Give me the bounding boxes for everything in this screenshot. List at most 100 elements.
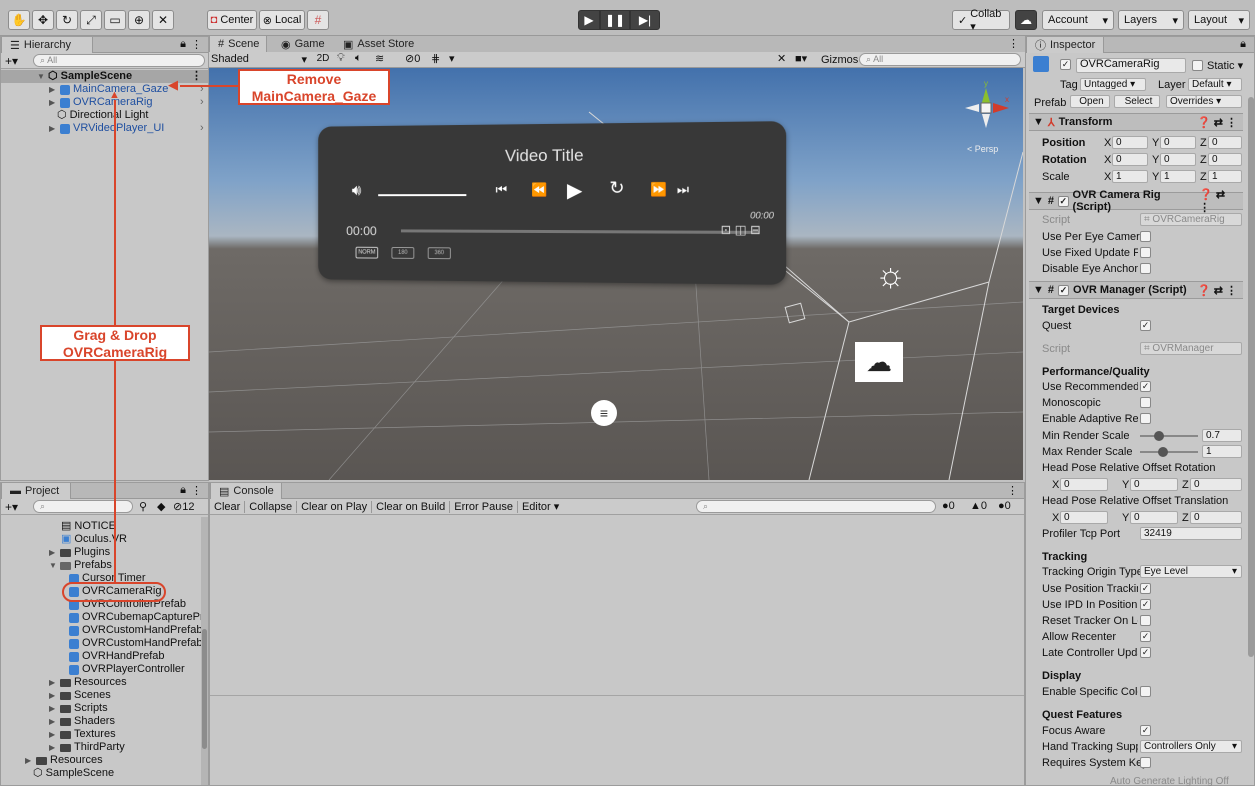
rewind-icon[interactable]: ⏪ (531, 182, 547, 198)
volume-slider[interactable] (378, 194, 467, 197)
add-icon[interactable]: +▾ (5, 500, 18, 514)
play-icon[interactable]: ▶ (567, 178, 582, 203)
use-fixed-update-checkbox[interactable] (1140, 247, 1151, 258)
shading-mode-dropdown[interactable]: Shaded ▾ (211, 53, 307, 66)
prefab-select-button[interactable]: Select (1114, 95, 1160, 108)
slider-handle[interactable] (1154, 431, 1164, 441)
monoscopic-checkbox[interactable] (1140, 397, 1151, 408)
progress-bar[interactable] (400, 229, 759, 234)
error-pause-button[interactable]: Error Pause (450, 500, 518, 513)
transform-header[interactable]: ▼ ⅄ Transform ❓ ⇄ ⋮ (1029, 113, 1243, 131)
chevron-right-icon[interactable]: › (200, 122, 204, 134)
fast-forward-icon[interactable]: ⏩ (650, 182, 667, 198)
inspector-scrollbar[interactable] (1248, 97, 1254, 657)
scale-z-field[interactable]: 1 (1208, 170, 1242, 183)
step-button[interactable]: ▶| (630, 10, 660, 30)
camera-icon[interactable]: ■▾ (795, 52, 807, 65)
rotation-z-field[interactable]: 0 (1208, 153, 1242, 166)
tab-game[interactable]: ◉ Game (273, 36, 333, 52)
component-enabled-checkbox[interactable]: ✓ (1058, 284, 1070, 296)
play-button[interactable]: ▶ (578, 10, 600, 30)
tab-project[interactable]: ▬ Project (1, 483, 71, 499)
warning-count[interactable]: ▲0 (970, 500, 987, 512)
add-icon[interactable]: +▾ (5, 54, 18, 68)
error-count[interactable]: ●0 (998, 500, 1011, 512)
orientation-gizmo[interactable]: y x (961, 78, 1011, 138)
project-folder-thirdparty[interactable]: ▶ ThirdParty (49, 741, 125, 754)
audio-icon[interactable]: 🔈︎ (355, 52, 362, 65)
menu-icon[interactable]: ⋮ (1008, 37, 1019, 50)
requires-system-key-checkbox[interactable] (1140, 757, 1151, 768)
project-folder-prefabs[interactable]: ▼ Prefabs (49, 559, 112, 572)
project-folder-textures[interactable]: ▶ Textures (49, 728, 116, 741)
overrides-dropdown[interactable]: Overrides ▾ (1166, 95, 1242, 108)
transform-tool-button[interactable]: ⊕ (128, 10, 150, 30)
account-dropdown[interactable]: Account ▾ (1042, 10, 1114, 30)
object-name-field[interactable]: OVRCameraRig (1076, 58, 1186, 73)
min-render-scale-slider[interactable] (1140, 431, 1198, 441)
component-menu-icons[interactable]: ❓ ⇄ ⋮ (1197, 284, 1243, 297)
replay-icon[interactable]: ↻ (609, 178, 624, 199)
tab-scene[interactable]: # Scene (209, 36, 267, 52)
menu-icon[interactable]: ⋮ (191, 38, 202, 51)
lock-icon[interactable]: 🔒︎ (180, 484, 186, 497)
editor-dropdown[interactable]: Editor ▾ (518, 500, 563, 513)
allow-recenter-checkbox[interactable]: ✓ (1140, 631, 1151, 642)
use-position-tracking-checkbox[interactable]: ✓ (1140, 583, 1151, 594)
static-checkbox[interactable] (1192, 60, 1203, 71)
scale-tool-button[interactable]: ⤢ (80, 10, 102, 30)
use-per-eye-cameras-checkbox[interactable] (1140, 231, 1151, 242)
slider-handle[interactable] (1158, 447, 1168, 457)
hidden-objects-icon[interactable]: ⊘0 (405, 52, 420, 65)
project-folder-scenes[interactable]: ▶ Scenes (49, 689, 111, 702)
project-item-notice[interactable]: ▤ NOTICE (61, 520, 116, 533)
tab-console[interactable]: ▤ Console (210, 483, 282, 499)
hierarchy-item-vrvideoplayer-ui[interactable]: ▶ VRVideoPlayer_UI (49, 122, 164, 135)
max-render-scale-field[interactable]: 1 (1202, 445, 1242, 458)
clear-on-build-button[interactable]: Clear on Build (372, 500, 451, 513)
rotation-y-field[interactable]: 0 (1160, 153, 1196, 166)
position-z-field[interactable]: 0 (1208, 136, 1242, 149)
clear-on-play-button[interactable]: Clear on Play (297, 500, 373, 513)
move-tool-button[interactable]: ✥ (32, 10, 54, 30)
perspective-label[interactable]: < Persp (967, 144, 998, 154)
menu-icon[interactable]: ⋮ (1007, 484, 1018, 497)
static-dropdown[interactable]: Static ▾ (1207, 59, 1243, 72)
position-y-field[interactable]: 0 (1160, 136, 1196, 149)
label-icon[interactable]: ◆ (157, 500, 165, 513)
offset-rotation-x-field[interactable]: 0 (1060, 478, 1108, 491)
offset-rotation-y-field[interactable]: 0 (1130, 478, 1178, 491)
tracking-origin-dropdown[interactable]: Eye Level ▾ (1140, 565, 1242, 578)
project-item-samplescene[interactable]: ⬡ SampleScene (33, 767, 114, 780)
filter-icon[interactable]: ⚲ (139, 500, 147, 513)
project-item-ovrcubemapcapture[interactable]: OVRCubemapCapturePro (69, 611, 208, 624)
effects-icon[interactable]: ≋ (375, 52, 384, 65)
scale-x-field[interactable]: 1 (1112, 170, 1148, 183)
ovr-camera-rig-header[interactable]: ▼ # ✓ OVR Camera Rig (Script) ❓ ⇄ ⋮ (1029, 189, 1243, 214)
pivot-center-button[interactable]: ◘ Center (207, 10, 257, 30)
info-count[interactable]: ●0 (942, 500, 955, 512)
cloud-button[interactable]: ☁ (1015, 10, 1037, 30)
grid-toggle-icon[interactable]: ⋕ (431, 52, 440, 65)
active-checkbox[interactable]: ✓ (1060, 59, 1071, 70)
lock-icon[interactable]: 🔒︎ (180, 38, 186, 51)
pivot-local-button[interactable]: ⊗ Local (259, 10, 305, 30)
ovr-manager-header[interactable]: ▼ # ✓ OVR Manager (Script) ❓ ⇄ ⋮ (1029, 281, 1243, 299)
project-item-oculus-vr[interactable]: ▣ Oculus.VR (61, 533, 127, 546)
offset-translation-x-field[interactable]: 0 (1060, 511, 1108, 524)
project-folder-shaders[interactable]: ▶ Shaders (49, 715, 115, 728)
project-folder-scripts[interactable]: ▶ Scripts (49, 702, 108, 715)
component-enabled-checkbox[interactable]: ✓ (1058, 195, 1069, 207)
hand-tracking-dropdown[interactable]: Controllers Only ▾ (1140, 740, 1242, 753)
project-item-ovrcustomhand-2[interactable]: OVRCustomHandPrefab_ (69, 637, 208, 650)
reset-tracker-checkbox[interactable] (1140, 615, 1151, 626)
project-item-ovrhandprefab[interactable]: OVRHandPrefab (69, 650, 165, 663)
layers-dropdown[interactable]: Layers ▾ (1118, 10, 1184, 30)
scene-view[interactable]: y x < Persp Video Title 🔊︎ ⏮ ⏪ ▶ ↻ ⏩ ⏭ 0… (209, 52, 1023, 480)
use-recommended-checkbox[interactable]: ✓ (1140, 381, 1151, 392)
layout-dropdown[interactable]: Layout ▾ (1188, 10, 1250, 30)
tab-inspector[interactable]: ⓘ Inspector (1026, 37, 1104, 53)
sun-icon[interactable]: ☼ (875, 258, 906, 292)
2d-toggle[interactable]: 2D (313, 53, 333, 66)
scene-search-input[interactable]: ⌕ All (859, 53, 1021, 66)
